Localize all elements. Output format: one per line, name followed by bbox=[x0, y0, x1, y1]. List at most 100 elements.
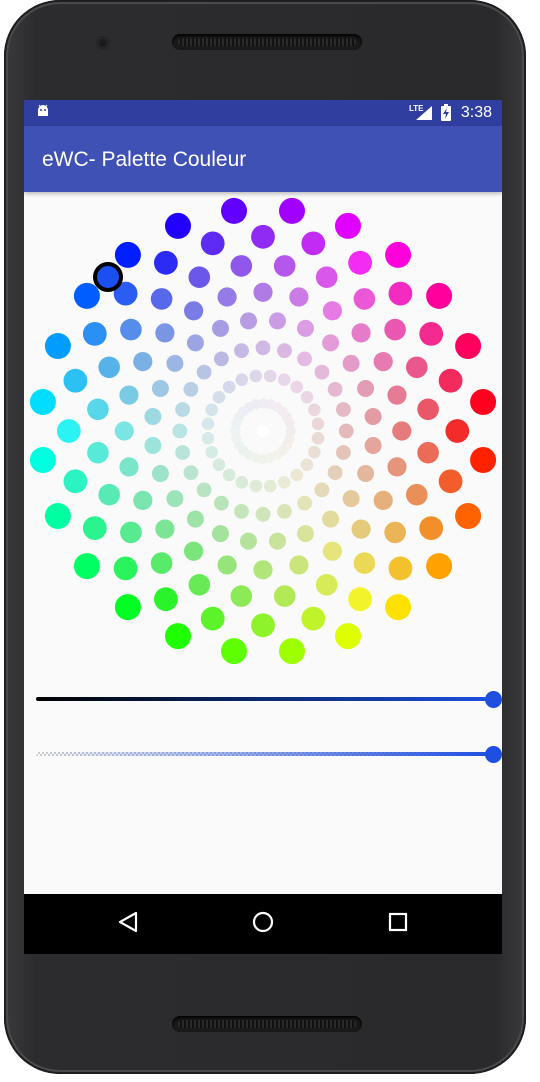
color-dot[interactable] bbox=[308, 445, 321, 459]
color-dot[interactable] bbox=[183, 465, 199, 480]
color-dot[interactable] bbox=[87, 398, 109, 421]
color-dot[interactable] bbox=[212, 319, 229, 337]
color-dot[interactable] bbox=[251, 613, 275, 638]
color-dot[interactable] bbox=[201, 417, 215, 431]
color-dot[interactable] bbox=[357, 380, 375, 397]
color-dot[interactable] bbox=[120, 318, 142, 341]
color-dot[interactable] bbox=[455, 503, 482, 529]
color-dot[interactable] bbox=[277, 343, 292, 358]
color-dot[interactable] bbox=[314, 482, 330, 498]
color-dot[interactable] bbox=[300, 390, 314, 404]
color-dot[interactable] bbox=[200, 231, 225, 256]
home-icon[interactable] bbox=[251, 910, 275, 939]
color-dot[interactable] bbox=[353, 288, 376, 310]
color-dot[interactable] bbox=[426, 553, 453, 580]
color-dot[interactable] bbox=[175, 402, 191, 417]
color-dot[interactable] bbox=[114, 594, 141, 621]
color-dot[interactable] bbox=[263, 369, 277, 383]
color-dot[interactable] bbox=[311, 431, 325, 445]
color-dot[interactable] bbox=[387, 385, 407, 405]
color-dot[interactable] bbox=[150, 552, 173, 574]
color-dot[interactable] bbox=[342, 490, 360, 508]
color-dot[interactable] bbox=[279, 638, 305, 665]
color-dot[interactable] bbox=[385, 594, 412, 621]
color-dot[interactable] bbox=[73, 282, 100, 309]
center-white-dot[interactable] bbox=[257, 425, 269, 437]
color-dot[interactable] bbox=[387, 457, 407, 477]
color-dot[interactable] bbox=[188, 266, 211, 288]
alpha-slider[interactable] bbox=[32, 742, 502, 766]
color-dot[interactable] bbox=[417, 441, 439, 464]
color-dot[interactable] bbox=[438, 469, 463, 494]
color-dot[interactable] bbox=[186, 510, 204, 528]
color-dot[interactable] bbox=[289, 555, 309, 575]
color-dot[interactable] bbox=[322, 510, 340, 528]
color-dot[interactable] bbox=[165, 212, 191, 239]
color-dot[interactable] bbox=[311, 417, 325, 431]
color-dot[interactable] bbox=[154, 250, 178, 275]
color-dot[interactable] bbox=[154, 587, 178, 612]
color-dot[interactable] bbox=[222, 468, 236, 482]
color-dot[interactable] bbox=[277, 373, 291, 386]
color-dot[interactable] bbox=[249, 369, 263, 383]
color-dot[interactable] bbox=[289, 287, 309, 307]
color-dot[interactable] bbox=[212, 525, 229, 543]
color-dot[interactable] bbox=[205, 403, 218, 417]
color-dot[interactable] bbox=[392, 421, 412, 441]
color-dot[interactable] bbox=[301, 231, 326, 256]
color-dot[interactable] bbox=[351, 323, 371, 343]
color-dot[interactable] bbox=[426, 282, 453, 309]
color-dot[interactable] bbox=[184, 541, 204, 561]
color-dot[interactable] bbox=[166, 490, 184, 508]
color-dot[interactable] bbox=[184, 301, 204, 321]
color-wheel[interactable] bbox=[24, 192, 502, 670]
color-dot[interactable] bbox=[300, 458, 314, 472]
brightness-slider-thumb[interactable] bbox=[485, 691, 502, 708]
color-dot[interactable] bbox=[144, 408, 162, 425]
color-dot[interactable] bbox=[327, 465, 343, 480]
color-dot[interactable] bbox=[196, 364, 212, 380]
color-dot[interactable] bbox=[273, 585, 296, 607]
color-dot[interactable] bbox=[175, 445, 191, 460]
color-dot[interactable] bbox=[470, 389, 497, 415]
color-dot[interactable] bbox=[419, 516, 444, 540]
color-dot[interactable] bbox=[263, 479, 277, 493]
color-dot[interactable] bbox=[113, 556, 138, 581]
color-dot[interactable] bbox=[82, 322, 107, 346]
color-dot[interactable] bbox=[98, 356, 120, 379]
color-dot[interactable] bbox=[322, 334, 340, 352]
color-dot[interactable] bbox=[269, 312, 286, 330]
color-dot[interactable] bbox=[384, 318, 406, 341]
color-dot[interactable] bbox=[290, 468, 304, 482]
color-dot[interactable] bbox=[151, 380, 169, 397]
color-dot[interactable] bbox=[201, 431, 215, 445]
color-dot[interactable] bbox=[297, 319, 314, 337]
color-dot[interactable] bbox=[273, 255, 296, 277]
color-dot[interactable] bbox=[301, 606, 326, 631]
color-dot[interactable] bbox=[364, 408, 382, 425]
recents-icon[interactable] bbox=[386, 910, 410, 939]
color-dot[interactable] bbox=[214, 495, 229, 511]
color-dot[interactable] bbox=[230, 255, 253, 277]
color-dot[interactable] bbox=[338, 423, 354, 439]
color-dot[interactable] bbox=[251, 224, 275, 249]
color-dot[interactable] bbox=[308, 403, 321, 417]
color-dot[interactable] bbox=[455, 333, 482, 359]
color-dot[interactable] bbox=[29, 447, 56, 473]
color-dot[interactable] bbox=[253, 282, 273, 302]
color-dot[interactable] bbox=[470, 447, 497, 473]
color-dot[interactable] bbox=[373, 490, 393, 510]
color-dot[interactable] bbox=[133, 352, 153, 372]
color-dot[interactable] bbox=[406, 483, 428, 506]
color-dot[interactable] bbox=[335, 623, 361, 650]
color-dot[interactable] bbox=[144, 437, 162, 454]
color-dot[interactable] bbox=[73, 553, 100, 580]
brightness-slider[interactable] bbox=[32, 687, 502, 711]
color-dot[interactable] bbox=[322, 301, 342, 321]
color-dot[interactable] bbox=[336, 402, 351, 417]
color-dot[interactable] bbox=[222, 380, 236, 394]
color-dot[interactable] bbox=[351, 519, 371, 539]
color-dot[interactable] bbox=[348, 587, 372, 612]
brightness-slider-track[interactable] bbox=[36, 697, 492, 701]
color-dot[interactable] bbox=[234, 504, 249, 519]
